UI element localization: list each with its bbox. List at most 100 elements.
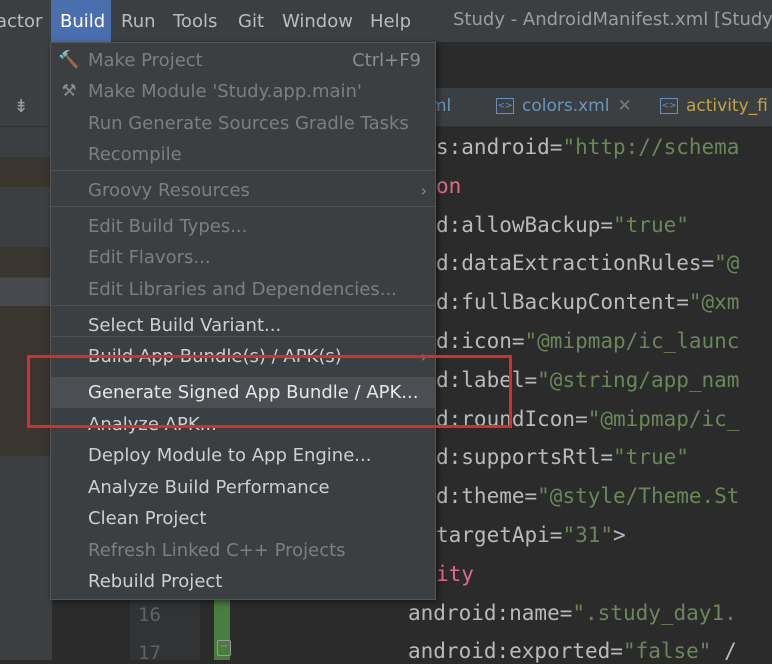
- code-token: d:allowBackup=: [436, 212, 614, 237]
- collapse-all-icon[interactable]: ⇟: [10, 96, 32, 118]
- menu-item-run-generate-sources-gradle-tasks[interactable]: Run Generate Sources Gradle Tasks: [51, 108, 435, 139]
- code-token: ".study_day1.: [572, 600, 737, 625]
- menu-item-generate-signed-app-bundle-apk[interactable]: Generate Signed App Bundle / APK...: [51, 377, 435, 408]
- tree-row-highlight: [0, 247, 52, 277]
- menu-item-clean-project[interactable]: Clean Project: [51, 503, 435, 534]
- code-line[interactable]: d:roundIcon="@mipmap/ic_: [436, 407, 739, 431]
- menu-item-edit-libraries-and-dependencies[interactable]: Edit Libraries and Dependencies...: [51, 274, 435, 305]
- chevron-right-icon: ›: [420, 181, 427, 200]
- code-token: s:android=: [436, 135, 563, 159]
- menu-item-analyze-apk[interactable]: Analyze APK...: [51, 409, 435, 440]
- tree-row-highlight: [0, 157, 52, 187]
- menu-item-label: Build App Bundle(s) / APK(s): [88, 346, 342, 367]
- menu-item-make-module-study-app-main[interactable]: ⚒ Make Module 'Study.app.main': [51, 76, 435, 107]
- menu-item-rebuild-project[interactable]: Rebuild Project: [51, 566, 435, 597]
- menu-separator: [51, 170, 435, 171]
- build-menu-dropdown: 🔨 Make Project Ctrl+F9 ⚒ Make Module 'Study.…: [50, 42, 436, 600]
- code-token: "@style/Theme.St: [537, 484, 740, 509]
- menu-item-analyze-build-performance[interactable]: Analyze Build Performance: [51, 472, 435, 503]
- menu-item-recompile[interactable]: Recompile: [51, 139, 435, 170]
- code-line[interactable]: android:name=".study_day1.: [408, 601, 737, 625]
- tab-colors[interactable]: <> colors.xml ✕: [496, 96, 632, 116]
- menu-separator: [51, 206, 435, 207]
- menu-item-label: Edit Build Types...: [88, 216, 248, 237]
- code-token: d:theme=: [436, 484, 538, 509]
- menu-item-deploy-module-to-app-engine[interactable]: Deploy Module to App Engine...: [51, 440, 435, 471]
- code-line[interactable]: d:theme="@style/Theme.St: [436, 484, 739, 508]
- code-token: targetApi=: [436, 523, 563, 547]
- menu-item-make-project[interactable]: 🔨 Make Project Ctrl+F9: [51, 45, 435, 76]
- code-token: "@string/app_nam: [537, 367, 740, 392]
- code-line[interactable]: s:android="http://schema: [436, 135, 739, 159]
- fold-icon[interactable]: −: [217, 640, 231, 656]
- xml-icon: <>: [496, 98, 514, 114]
- tree-row-highlight: [0, 306, 52, 456]
- code-token: "31": [562, 523, 614, 547]
- code-line[interactable]: d:supportsRtl="true": [436, 445, 689, 469]
- menu-item-label: Generate Signed App Bundle / APK...: [88, 382, 419, 403]
- menu-item-label: Analyze Build Performance: [88, 477, 330, 498]
- code-line[interactable]: ity: [436, 562, 474, 586]
- menu-item-label: Make Project: [88, 50, 203, 71]
- code-token: "true": [613, 445, 689, 470]
- hammer-icon: 🔨: [58, 50, 80, 70]
- menu-run[interactable]: Run: [121, 9, 156, 35]
- code-token: "@mipmap/ic_launc: [524, 329, 740, 353]
- code-line[interactable]: d:dataExtractionRules="@: [436, 251, 739, 275]
- menu-item-shortcut: Ctrl+F9: [352, 50, 421, 71]
- menu-item-label: Run Generate Sources Gradle Tasks: [88, 113, 409, 134]
- menu-item-refresh-linked-c-projects[interactable]: Refresh Linked C++ Projects: [51, 535, 435, 566]
- menu-item-label: Recompile: [88, 144, 182, 165]
- menu-bar: actor Build Run Tools Git Window Help St…: [0, 0, 772, 42]
- menu-item-edit-flavors[interactable]: Edit Flavors...: [51, 242, 435, 273]
- menu-item-label: Deploy Module to App Engine...: [88, 445, 372, 466]
- close-icon[interactable]: ✕: [617, 96, 631, 116]
- menu-item-select-build-variant[interactable]: Select Build Variant...: [51, 310, 435, 341]
- code-token: >: [613, 523, 626, 547]
- code-token: android:name=: [408, 600, 573, 625]
- menu-git[interactable]: Git: [238, 9, 264, 35]
- code-token: on: [436, 173, 462, 198]
- menu-separator: [51, 305, 435, 306]
- project-toolbar: ⇟: [0, 88, 52, 127]
- window-title: Study - AndroidManifest.xml [Study.a: [453, 9, 772, 30]
- menu-item-label: Edit Libraries and Dependencies...: [88, 279, 397, 300]
- code-token: d:supportsRtl=: [436, 445, 614, 470]
- tab-activity[interactable]: <> activity_fi: [660, 96, 768, 116]
- code-token: d:fullBackupContent=: [436, 290, 689, 315]
- tree-row-selected[interactable]: [0, 278, 52, 306]
- xml-icon: <>: [660, 98, 678, 114]
- menu-window[interactable]: Window: [282, 9, 353, 35]
- menu-item-label: Make Module 'Study.app.main': [88, 81, 362, 102]
- code-token: "@xm: [688, 290, 740, 315]
- menu-item-label: Edit Flavors...: [88, 247, 211, 268]
- code-line[interactable]: d:fullBackupContent="@xm: [436, 290, 739, 314]
- code-token: ity: [436, 561, 474, 586]
- menu-refactor[interactable]: actor: [0, 9, 42, 35]
- menu-build[interactable]: Build: [51, 0, 111, 42]
- menu-item-label: Groovy Resources: [88, 180, 250, 201]
- code-token: d:icon=: [436, 329, 525, 353]
- code-line[interactable]: on: [436, 174, 461, 198]
- line-number: 17: [138, 642, 161, 664]
- menu-item-label: Refresh Linked C++ Projects: [88, 540, 346, 561]
- menu-help[interactable]: Help: [370, 9, 411, 35]
- chevron-right-icon: ›: [420, 347, 427, 366]
- code-line[interactable]: d:allowBackup="true": [436, 213, 689, 237]
- menu-item-label: Analyze APK...: [88, 414, 217, 435]
- menu-item-label: Select Build Variant...: [88, 315, 282, 336]
- menu-item-label: Rebuild Project: [88, 571, 223, 592]
- menu-item-build-app-bundle-s-apk-s[interactable]: Build App Bundle(s) / APK(s) ›: [51, 341, 435, 372]
- menu-item-label: Clean Project: [88, 508, 207, 529]
- menu-item-edit-build-types[interactable]: Edit Build Types...: [51, 211, 435, 242]
- code-token: "@: [714, 251, 740, 276]
- code-token: "@mipmap/ic_: [587, 406, 740, 431]
- code-line[interactable]: d:icon="@mipmap/ic_launc: [436, 329, 739, 353]
- code-token: d:roundIcon=: [436, 406, 588, 431]
- line-number: 16: [138, 604, 161, 626]
- code-line[interactable]: d:label="@string/app_nam: [436, 368, 739, 392]
- menu-tools[interactable]: Tools: [173, 9, 217, 35]
- code-token: "http://schema: [562, 135, 740, 159]
- menu-item-groovy-resources[interactable]: Groovy Resources ›: [51, 175, 435, 206]
- code-line[interactable]: targetApi="31">: [436, 523, 626, 547]
